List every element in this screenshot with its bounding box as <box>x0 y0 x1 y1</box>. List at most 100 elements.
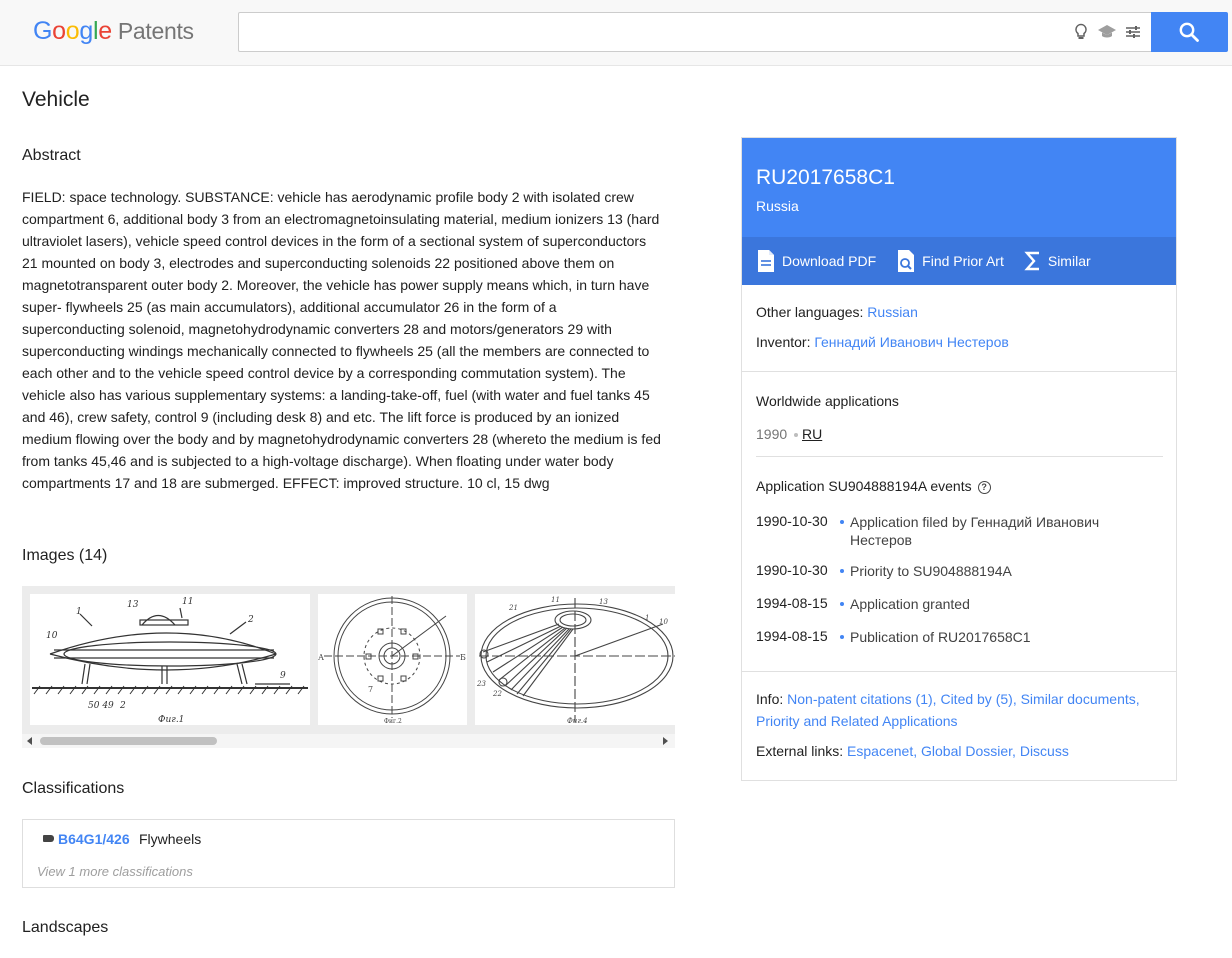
logo-letter: o <box>52 17 66 45</box>
page-title: Vehicle <box>22 88 90 111</box>
search-input[interactable] <box>247 19 1047 45</box>
figure-caption: Фиг.2 <box>384 718 402 725</box>
google-patents-logo[interactable]: Google Patents <box>33 17 194 46</box>
figure-label: 7 <box>368 685 373 694</box>
card-header: RU2017658C1 Russia <box>742 138 1176 237</box>
figure-label: 9 <box>280 671 286 681</box>
inventor-link[interactable]: Геннадий Иванович Нестеров <box>814 334 1008 350</box>
worldwide-year: 1990 <box>756 426 788 442</box>
patent-image-thumbnail[interactable]: 1 13 11 2 10 9 50 49 2 Фиг.1 <box>30 594 310 725</box>
scrollbar-thumb[interactable] <box>40 737 217 745</box>
help-icon[interactable]: ? <box>977 480 991 494</box>
external-links-row: External links: Espacenet, Global Dossie… <box>756 743 1069 759</box>
event-date: 1990-10-30 <box>756 513 828 529</box>
other-language-link[interactable]: Russian <box>867 304 918 320</box>
tune-icon[interactable] <box>1123 22 1143 42</box>
events-heading: Application SU904888194A events <box>756 478 972 494</box>
similar-button[interactable]: Similar <box>1024 250 1091 272</box>
info-row: Info: Non-patent citations (1), Cited by… <box>756 691 1140 729</box>
event-bullet <box>840 602 844 606</box>
non-patent-citations-link[interactable]: Non-patent citations (1) <box>787 691 933 707</box>
figure-label: 13 <box>127 600 139 610</box>
download-pdf-label: Download PDF <box>782 253 877 269</box>
figure-label: 1 <box>645 614 649 622</box>
event-bullet <box>840 520 844 524</box>
figure-label: 13 <box>599 598 608 606</box>
worldwide-country-link[interactable]: RU <box>802 426 822 442</box>
classification-description: Flywheels <box>139 831 202 847</box>
patent-image-thumbnail[interactable]: 11 13 21 1 10 23 22 Фиг.4 <box>475 594 675 725</box>
figure-1-drawing: 1 13 11 2 10 9 50 49 2 Фиг.1 <box>32 597 308 725</box>
image-gallery: 1 13 11 2 10 9 50 49 2 Фиг.1 А Б 7 Фиг.2… <box>22 586 675 734</box>
event-date: 1994-08-15 <box>756 628 828 644</box>
search-box <box>238 12 1152 52</box>
inventor-label: Inventor: <box>756 334 811 350</box>
figure-label: 23 <box>476 680 486 688</box>
figure-caption: Фиг.4 <box>567 717 588 725</box>
event-description: Application filed by Геннадий Иванович Н… <box>850 514 1100 548</box>
event-description: Publication of RU2017658C1 <box>850 629 1031 645</box>
search-icon <box>1179 22 1199 42</box>
label-tag-icon <box>43 835 54 842</box>
search-button[interactable] <box>1151 12 1228 52</box>
figure-label: А <box>318 653 324 662</box>
pdf-icon <box>758 250 774 272</box>
cited-by-link[interactable]: Cited by (5) <box>940 691 1012 707</box>
other-languages-label: Other languages: <box>756 304 864 320</box>
classifications-heading: Classifications <box>22 780 125 797</box>
logo-letter: o <box>65 17 80 45</box>
logo-letter: g <box>79 17 93 45</box>
figure-label: 21 <box>508 604 518 612</box>
divider <box>742 371 1176 372</box>
event-date: 1994-08-15 <box>756 595 828 611</box>
figure-caption: Фиг.1 <box>158 715 184 725</box>
sigma-icon <box>1024 251 1039 271</box>
abstract-text: FIELD: space technology. SUBSTANCE: vehi… <box>22 189 661 491</box>
divider <box>742 671 1176 672</box>
event-date: 1990-10-30 <box>756 562 828 578</box>
scholar-icon[interactable] <box>1097 22 1117 42</box>
landscapes-heading: Landscapes <box>22 919 109 936</box>
images-heading: Images (14) <box>22 547 108 564</box>
priority-related-applications-link[interactable]: Priority and Related Applications <box>756 713 958 729</box>
global-dossier-link[interactable]: Global Dossier <box>921 743 1012 759</box>
figure-label: 2 <box>247 615 254 625</box>
logo-suffix: Patents <box>117 18 194 44</box>
event-bullet <box>840 569 844 573</box>
logo-letter: G <box>33 17 53 45</box>
events-heading-row: Application SU904888194A events? <box>756 478 991 494</box>
card-actions-bar: Download PDF Find Prior Art Similar <box>742 237 1176 285</box>
espacenet-link[interactable]: Espacenet <box>847 743 913 759</box>
find-prior-art-label: Find Prior Art <box>922 253 1004 269</box>
external-links-label: External links: <box>756 743 844 759</box>
download-pdf-button[interactable]: Download PDF <box>756 249 876 273</box>
figure-label: 50 49 <box>88 701 114 711</box>
lightbulb-icon[interactable] <box>1071 22 1091 42</box>
other-languages-row: Other languages: Russian <box>756 304 918 320</box>
event-description: Application granted <box>850 596 970 612</box>
abstract-heading: Abstract <box>22 147 81 164</box>
logo-letter: e <box>98 17 112 45</box>
publication-number: RU2017658C1 <box>756 166 895 189</box>
gallery-scrollbar[interactable] <box>22 734 675 748</box>
event-description: Priority to SU904888194A <box>850 563 1012 579</box>
figure-4-drawing: 11 13 21 1 10 23 22 Фиг.4 <box>476 596 675 725</box>
scroll-left-icon[interactable] <box>27 737 32 745</box>
find-prior-art-button[interactable]: Find Prior Art <box>896 249 1004 273</box>
figure-label: 2 <box>119 701 126 711</box>
info-label: Info: <box>756 691 784 707</box>
divider <box>756 456 1163 457</box>
patent-image-thumbnail[interactable]: А Б 7 Фиг.2 <box>318 594 467 725</box>
figure-label: 11 <box>182 597 193 607</box>
classification-code-link[interactable]: B64G1/426 <box>58 831 130 847</box>
view-more-classifications-link[interactable]: View 1 more classifications <box>37 864 193 879</box>
discuss-link[interactable]: Discuss <box>1020 743 1069 759</box>
figure-label: 1 <box>76 607 82 617</box>
figure-label: Б <box>460 653 466 662</box>
similar-documents-link[interactable]: Similar documents <box>1021 691 1136 707</box>
classification-box: B64G1/426 Flywheels View 1 more classifi… <box>22 819 675 888</box>
prior-art-icon <box>898 250 915 272</box>
inventor-row: Inventor: Геннадий Иванович Нестеров <box>756 334 1009 350</box>
scroll-right-icon[interactable] <box>663 737 668 745</box>
event-bullet <box>840 635 844 639</box>
